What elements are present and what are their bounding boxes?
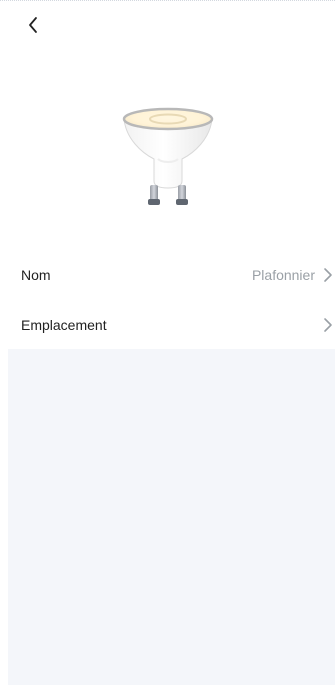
back-button[interactable] bbox=[20, 12, 46, 38]
empty-panel bbox=[8, 349, 335, 685]
setting-location-label: Emplacement bbox=[21, 317, 107, 333]
setting-name-label: Nom bbox=[21, 267, 51, 283]
setting-location-row[interactable]: Emplacement bbox=[0, 300, 335, 350]
setting-name-row[interactable]: Nom Plafonnier bbox=[0, 250, 335, 300]
settings-list: Nom Plafonnier Emplacement bbox=[0, 250, 335, 350]
setting-name-right: Plafonnier bbox=[252, 267, 333, 283]
chevron-right-icon bbox=[324, 268, 332, 282]
chevron-right-icon bbox=[324, 318, 332, 332]
device-hero bbox=[0, 60, 335, 245]
setting-location-right bbox=[315, 317, 333, 333]
header bbox=[0, 0, 335, 50]
bulb-icon bbox=[122, 107, 213, 205]
chevron-left-icon bbox=[29, 17, 37, 33]
setting-name-value: Plafonnier bbox=[251, 267, 315, 283]
